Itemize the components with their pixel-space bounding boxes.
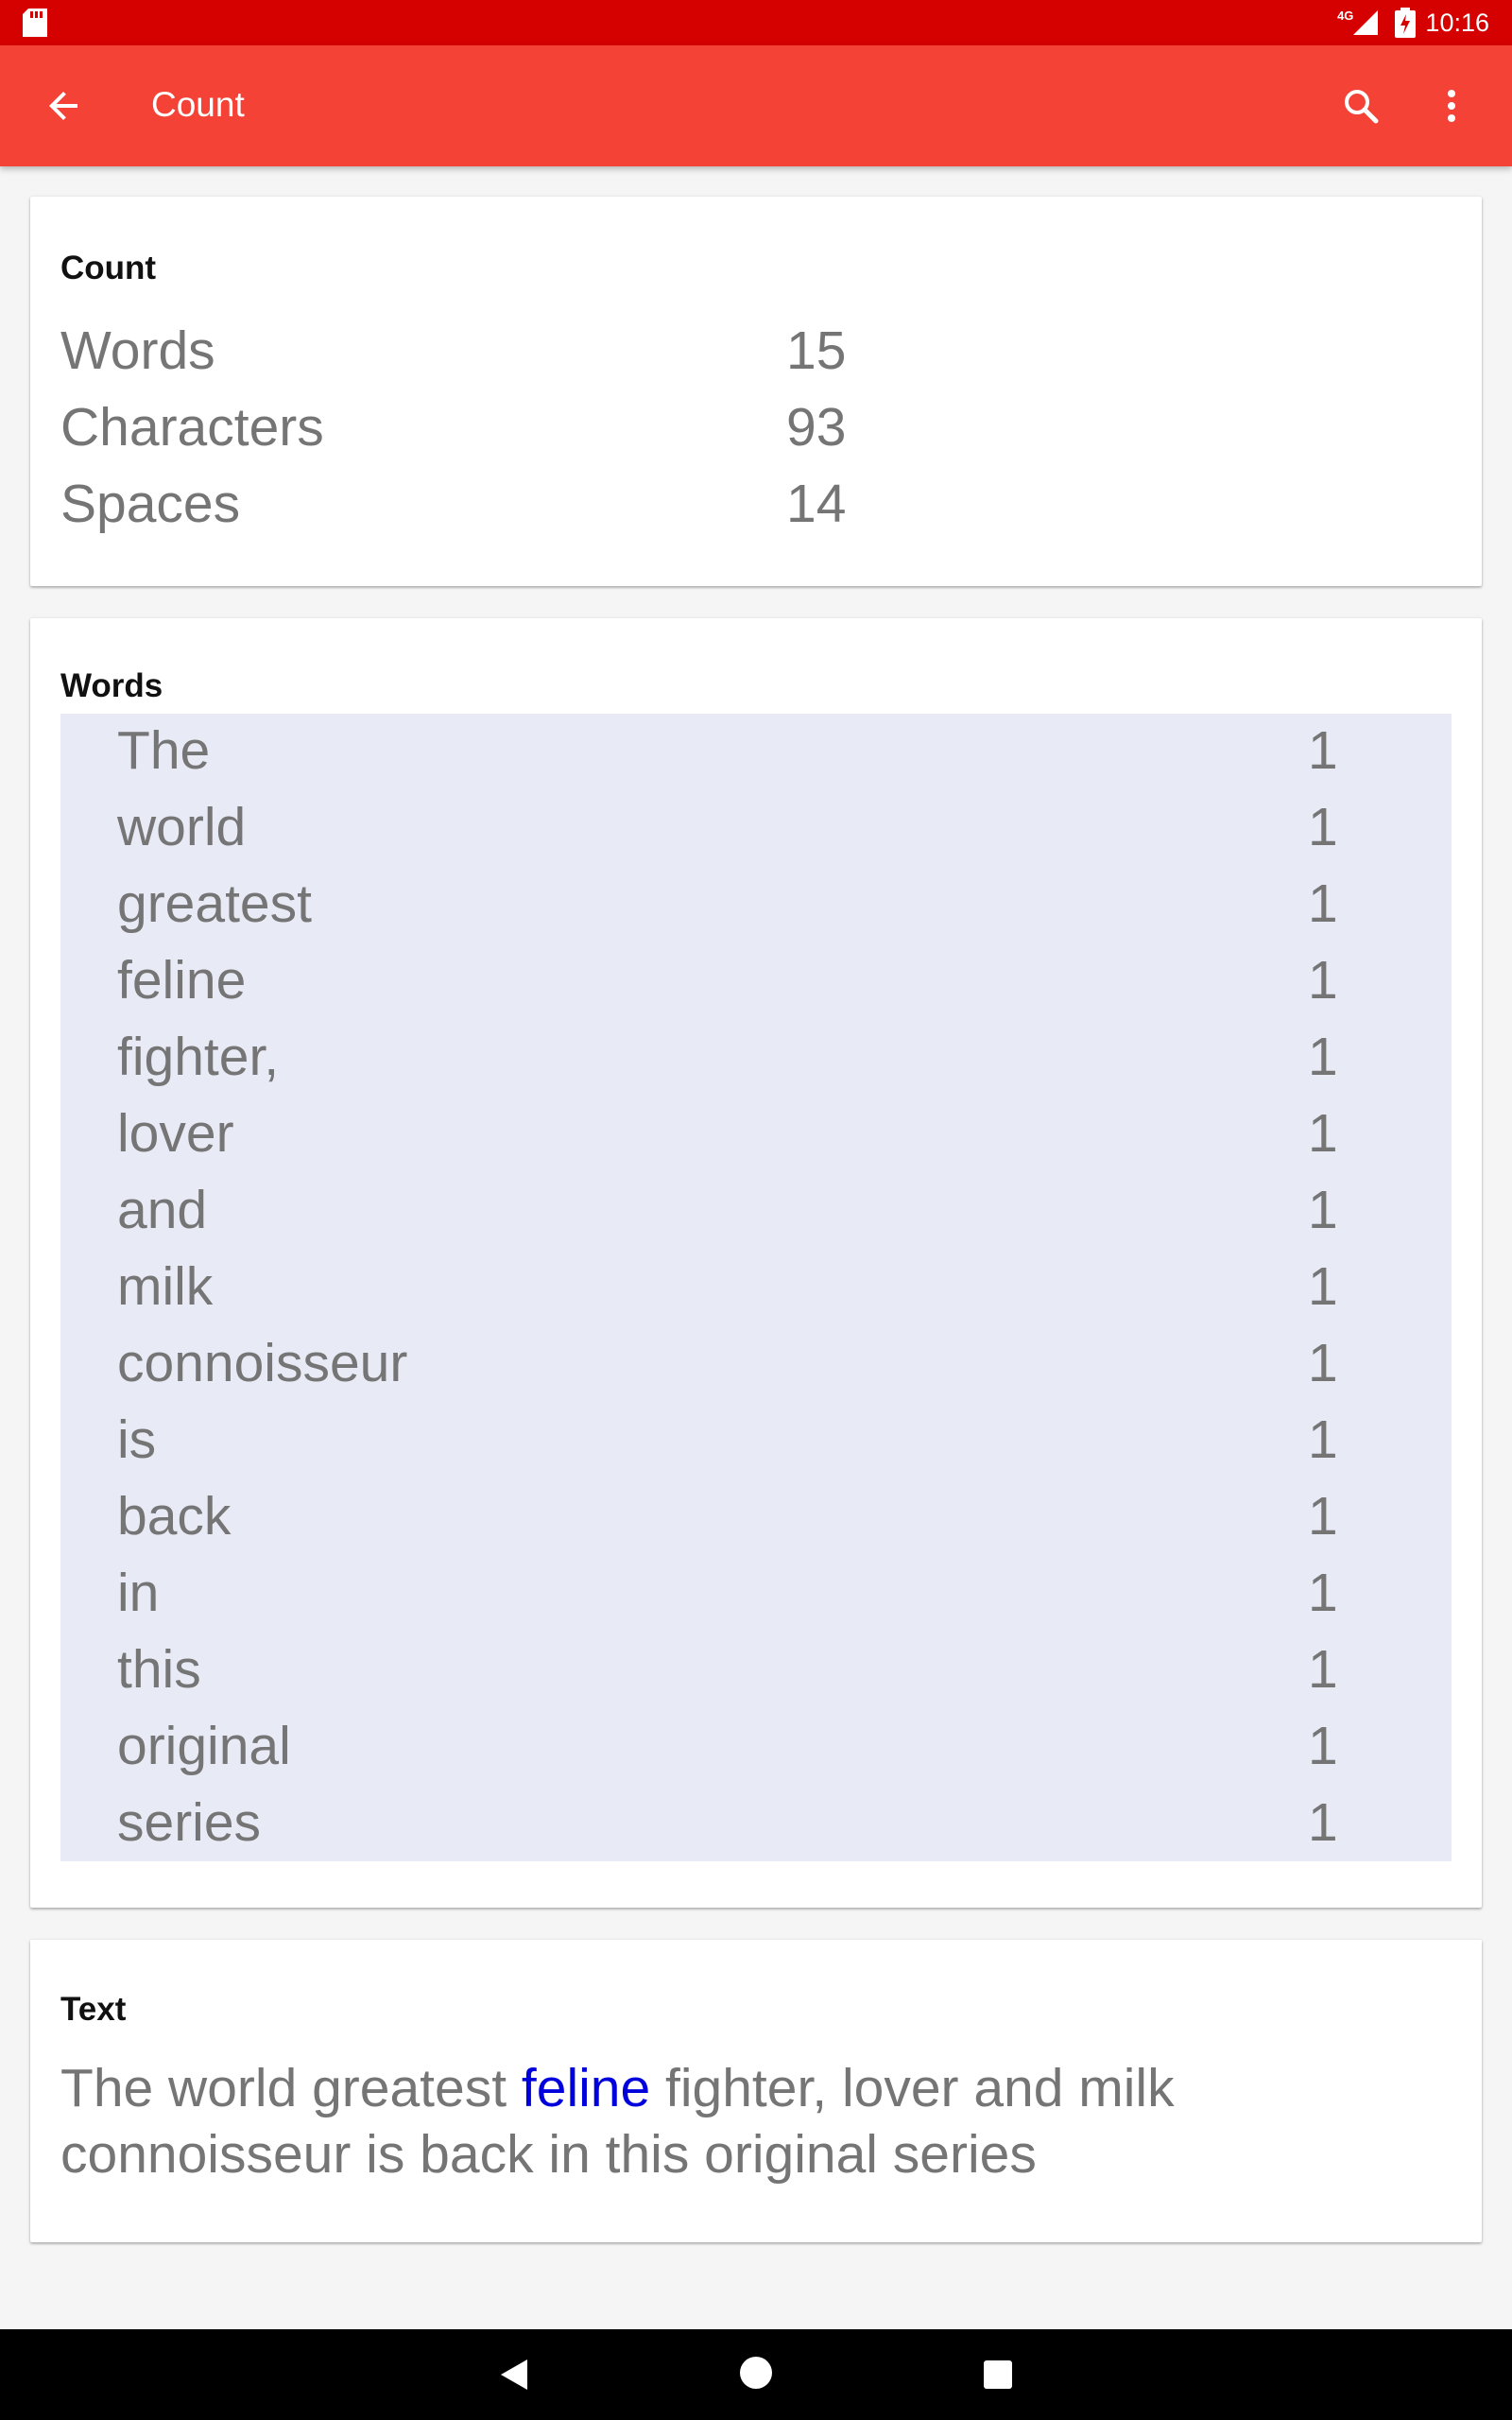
count-card-title: Count [60,250,157,286]
list-item: world 1 [60,790,1452,867]
word-text: The [117,720,211,781]
word-count: 1 [1308,1103,1338,1164]
source-text: The world greatest feline fighter, lover… [60,2055,1421,2187]
word-text: back [117,1486,232,1547]
word-text: fighter, [117,1027,280,1087]
word-count: 1 [1308,1639,1338,1700]
word-count: 1 [1308,1486,1338,1547]
nav-recents-icon[interactable] [983,2360,1013,2390]
search-icon[interactable] [1338,83,1383,129]
list-item: back 1 [60,1479,1452,1556]
text-card-title: Text [60,1991,127,2028]
word-count: 1 [1308,950,1338,1011]
list-item: greatest 1 [60,867,1452,943]
word-count: 1 [1308,1563,1338,1623]
word-text: and [117,1180,208,1240]
word-text: in [117,1563,160,1623]
word-count: 1 [1308,1333,1338,1393]
list-item: series 1 [60,1786,1452,1862]
back-arrow-icon[interactable] [42,83,87,129]
stat-label: Characters [60,397,324,458]
word-count: 1 [1308,1792,1338,1853]
clock: 10:16 [1425,8,1489,37]
list-item: feline 1 [60,943,1452,1020]
stat-value: 14 [786,474,847,534]
list-item: lover 1 [60,1097,1452,1173]
navigation-bar [0,2329,1512,2420]
stat-label: Words [60,320,215,381]
nav-home-icon[interactable] [739,2356,773,2390]
list-item: original 1 [60,1709,1452,1786]
list-item: fighter, 1 [60,1020,1452,1097]
more-options-icon[interactable] [1429,83,1474,129]
stat-value: 15 [786,320,847,381]
page-title: Count [151,85,245,124]
list-item: The 1 [60,714,1452,790]
stat-label: Spaces [60,474,241,534]
word-count: 1 [1308,873,1338,934]
stat-row-words: Words 15 [60,320,1194,397]
app-bar: Count [0,45,1512,166]
stat-value: 93 [786,397,847,458]
signal-icon [1353,10,1379,35]
list-item: connoisseur 1 [60,1326,1452,1403]
network-type-label: 4G [1337,8,1354,23]
count-card: Count Words 15 Characters 93 Spaces 14 [30,197,1482,586]
sd-card-icon [23,9,47,37]
word-text: feline [117,950,247,1011]
word-count: 1 [1308,1180,1338,1240]
word-text: greatest [117,873,312,934]
word-text: original [117,1716,291,1776]
word-count: 1 [1308,1256,1338,1317]
list-item: this 1 [60,1633,1452,1709]
list-item: in 1 [60,1556,1452,1633]
word-count: 1 [1308,797,1338,857]
stat-row-spaces: Spaces 14 [60,473,1194,550]
word-count: 1 [1308,1716,1338,1776]
text-card: Text The world greatest feline fighter, … [30,1940,1482,2242]
word-text: is [117,1409,157,1470]
status-bar: 4G 10:16 [0,0,1512,45]
list-item: is 1 [60,1403,1452,1479]
battery-charging-icon [1395,8,1417,38]
word-count: 1 [1308,1027,1338,1087]
word-text: world [117,797,247,857]
words-card-title: Words [60,667,163,704]
word-text: lover [117,1103,234,1164]
word-text: connoisseur [117,1333,408,1393]
highlighted-word: feline [521,2058,651,2118]
word-count: 1 [1308,1409,1338,1470]
word-text: series [117,1792,262,1853]
nav-back-icon[interactable] [497,2356,535,2394]
list-item: milk 1 [60,1250,1452,1326]
source-text-before: The world greatest [60,2058,522,2118]
word-frequency-list: The 1 world 1 greatest 1 feline 1 fighte… [60,714,1452,1861]
words-card: Words The 1 world 1 greatest 1 feline 1 … [30,618,1482,1908]
word-text: milk [117,1256,214,1317]
stat-row-characters: Characters 93 [60,396,1194,474]
word-text: this [117,1639,201,1700]
word-count: 1 [1308,720,1338,781]
list-item: and 1 [60,1173,1452,1250]
